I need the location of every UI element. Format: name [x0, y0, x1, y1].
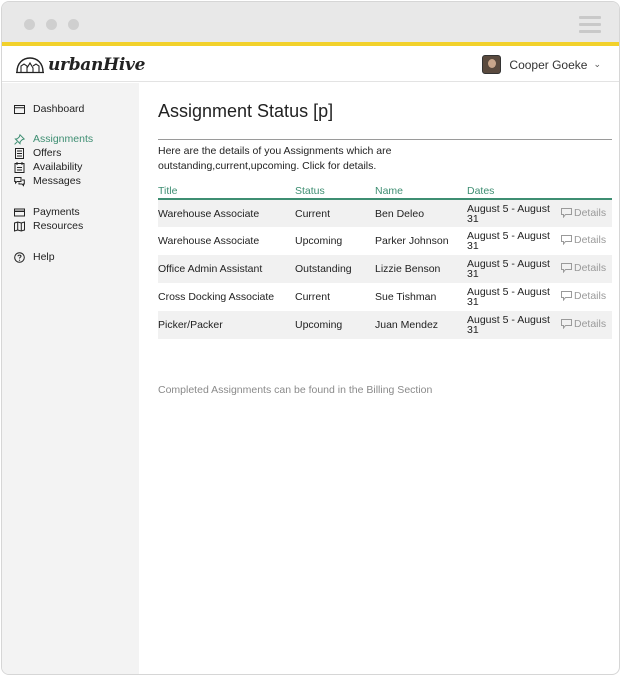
comment-icon [561, 235, 572, 245]
sidebar-item-label: Assignments [33, 133, 94, 145]
cell-name: Sue Tishman [375, 291, 437, 303]
cell-status: Upcoming [295, 311, 375, 339]
cell-status: Current [295, 199, 375, 227]
comment-icon [561, 291, 572, 301]
cell-name: Juan Mendez [375, 311, 467, 339]
sidebar-item-resources[interactable]: Resources [14, 220, 83, 232]
table-row[interactable]: Cross Docking Associate Current Sue Tish… [158, 283, 612, 311]
help-icon [14, 251, 25, 263]
comment-icon [561, 207, 572, 218]
sidebar-item-dashboard[interactable]: Dashboard [14, 103, 84, 115]
details-label: Details [574, 318, 607, 330]
cell-dates: August 5 - August 31 [467, 230, 550, 252]
cell-details: Details [561, 199, 612, 227]
details-label: Details [574, 290, 607, 302]
cell-status: Current [295, 291, 331, 303]
sidebar: Dashboard Assignments Offers Availabilit… [2, 83, 139, 674]
details-link[interactable]: Details [561, 262, 606, 274]
details-link[interactable]: Details [561, 207, 606, 219]
column-header-name[interactable]: Name [375, 185, 467, 200]
avatar [482, 55, 502, 74]
details-link[interactable]: Details [561, 290, 606, 302]
sidebar-item-offers[interactable]: Offers [14, 147, 61, 159]
cell-name: Parker Johnson [375, 235, 449, 247]
menu-icon[interactable] [579, 16, 601, 37]
table-row[interactable]: Warehouse Associate Upcoming Parker John… [158, 227, 612, 255]
sidebar-item-payments[interactable]: Payments [14, 206, 80, 218]
details-label: Details [574, 206, 607, 219]
column-header-title[interactable]: Title [158, 185, 295, 200]
comment-icon [561, 263, 572, 273]
map-icon [14, 220, 25, 232]
window-chrome [2, 2, 619, 46]
user-name: Cooper Goeke [509, 57, 588, 72]
app-window: urbanHive Cooper Goeke ⌄ Dashboard Assig… [1, 1, 620, 675]
cell-dates: August 5 - August 31 [467, 311, 561, 339]
details-link[interactable]: Details [561, 318, 606, 330]
table-row[interactable]: Picker/Packer Upcoming Juan Mendez Augus… [158, 311, 612, 339]
cell-details: Details [561, 311, 612, 339]
user-menu[interactable]: Cooper Goeke ⌄ [482, 55, 601, 74]
top-bar: urbanHive Cooper Goeke ⌄ [2, 50, 619, 82]
cell-title: Warehouse Associate [158, 199, 295, 227]
footer-note: Completed Assignments can be found in th… [158, 384, 433, 396]
window-maximize-dot[interactable] [68, 19, 79, 30]
column-header-status[interactable]: Status [295, 185, 375, 200]
calendar-icon [14, 161, 25, 173]
cell-details: Details [561, 227, 612, 255]
cell-status: Upcoming [295, 235, 343, 247]
sidebar-item-label: Resources [33, 220, 84, 232]
cell-details: Details [561, 283, 612, 311]
cell-details: Details [561, 255, 612, 283]
column-header-actions [561, 185, 612, 200]
chevron-down-icon: ⌄ [593, 59, 601, 69]
sidebar-item-label: Availability [33, 161, 83, 173]
cell-title: Warehouse Associate [158, 235, 260, 247]
intro-text: Here are the details of you Assignments … [158, 145, 392, 172]
logo[interactable]: urbanHive [15, 55, 145, 75]
logo-text: urbanHive [48, 55, 146, 75]
card-icon [14, 207, 25, 218]
hive-logo-icon [16, 57, 44, 74]
cell-title: Office Admin Assistant [158, 255, 295, 283]
details-label: Details [574, 234, 607, 246]
cell-dates: August 5 - August 31 [467, 199, 561, 227]
table-row[interactable]: Office Admin Assistant Outstanding Lizzi… [158, 255, 612, 283]
cell-dates: August 5 - August 31 [467, 255, 561, 283]
comment-icon [561, 319, 572, 329]
sidebar-item-label: Help [33, 251, 55, 263]
sidebar-item-label: Payments [33, 206, 80, 218]
details-link[interactable]: Details [561, 234, 606, 246]
chat-icon [14, 176, 25, 187]
dashboard-icon [14, 104, 25, 115]
table-row[interactable]: Warehouse Associate Current Ben Deleo Au… [158, 199, 612, 227]
sidebar-item-assignments[interactable]: Assignments [14, 133, 93, 145]
cell-name: Lizzie Benson [375, 255, 467, 283]
sidebar-item-messages[interactable]: Messages [14, 175, 81, 187]
sidebar-item-availability[interactable]: Availability [14, 161, 82, 173]
cell-title: Cross Docking Associate [158, 291, 275, 303]
pin-icon [14, 133, 25, 145]
cell-title: Picker/Packer [158, 311, 295, 339]
window-close-dot[interactable] [24, 19, 35, 30]
window-minimize-dot[interactable] [46, 19, 57, 30]
assignments-table: Title Status Name Dates Warehouse Associ… [158, 185, 612, 339]
details-label: Details [574, 262, 607, 274]
cell-dates: August 5 - August 31 [467, 286, 550, 308]
column-header-dates[interactable]: Dates [467, 185, 561, 200]
sidebar-item-label: Offers [33, 147, 62, 159]
page-title: Assignment Status [p] [158, 101, 334, 121]
sidebar-item-label: Dashboard [33, 103, 85, 115]
divider [158, 139, 612, 140]
sidebar-item-help[interactable]: Help [14, 251, 55, 263]
cell-name: Ben Deleo [375, 199, 467, 227]
cell-status: Outstanding [295, 255, 375, 283]
table-header-row: Title Status Name Dates [158, 185, 612, 200]
document-icon [14, 147, 25, 159]
sidebar-item-label: Messages [33, 175, 81, 187]
